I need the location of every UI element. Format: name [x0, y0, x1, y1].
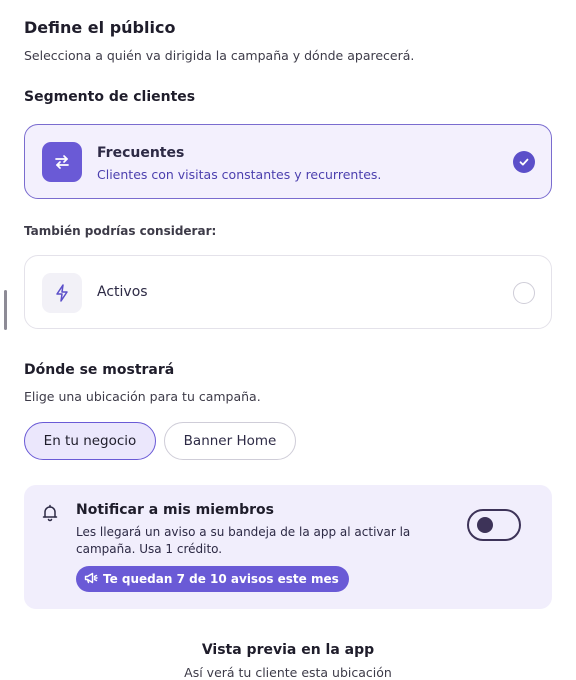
notify-members-panel: Notificar a mis miembros Les llegará un … [24, 485, 552, 609]
segment-card-frecuentes[interactable]: Frecuentes Clientes con visitas constant… [24, 124, 552, 199]
placement-subtitle: Elige una ubicación para tu campaña. [24, 389, 261, 404]
placement-option-en-tu-negocio[interactable]: En tu negocio [24, 422, 156, 460]
radio-button[interactable] [513, 282, 535, 304]
segment-description: Clientes con visitas constantes y recurr… [97, 167, 382, 182]
notify-title: Notificar a mis miembros [76, 502, 274, 518]
scroll-indicator[interactable] [4, 290, 7, 330]
repeat-icon [42, 142, 82, 182]
page-subtitle: Selecciona a quién va dirigida la campañ… [24, 48, 415, 63]
notify-description: Les llegará un aviso a su bandeja de la … [76, 525, 411, 556]
check-icon [513, 151, 535, 173]
megaphone-icon [84, 572, 98, 587]
preview-subtitle: Así verá tu cliente esta ubicación [184, 665, 392, 680]
segment-card-activos[interactable]: Activos [24, 255, 552, 329]
credits-label: Te quedan 7 de 10 avisos este mes [103, 572, 339, 586]
lightning-icon [42, 273, 82, 313]
bell-icon [40, 503, 60, 527]
segment-title: Frecuentes [97, 145, 185, 161]
credits-badge: Te quedan 7 de 10 avisos este mes [76, 566, 349, 592]
placement-heading: Dónde se mostrará [24, 362, 175, 378]
segment-heading: Segmento de clientes [24, 89, 196, 105]
preview-title: Vista previa en la app [201, 642, 375, 658]
notify-toggle[interactable] [467, 509, 521, 541]
page-title: Define el público [24, 18, 176, 37]
segment-title: Activos [97, 284, 148, 300]
define-audience-page: Define el público Selecciona a quién va … [0, 0, 576, 680]
placement-option-banner-home[interactable]: Banner Home [164, 422, 296, 460]
toggle-knob [477, 517, 493, 533]
suggestion-heading: También podrías considerar: [24, 224, 217, 238]
